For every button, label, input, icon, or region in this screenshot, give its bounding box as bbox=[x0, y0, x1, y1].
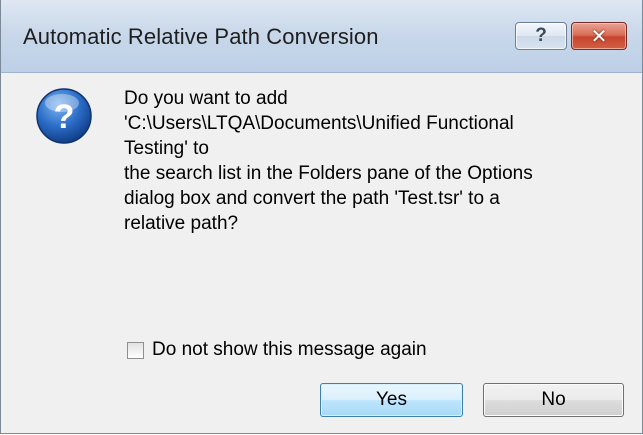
message-line: Do you want to add bbox=[124, 88, 288, 109]
do-not-show-label[interactable]: Do not show this message again bbox=[152, 339, 427, 361]
yes-button[interactable]: Yes bbox=[320, 383, 463, 417]
do-not-show-checkbox[interactable] bbox=[127, 341, 144, 359]
message-line: relative path? bbox=[124, 213, 239, 234]
dialog-title: Automatic Relative Path Conversion bbox=[23, 24, 379, 49]
help-icon: ? bbox=[535, 25, 547, 46]
do-not-show-checkbox-row[interactable]: Do not show this message again bbox=[127, 339, 427, 361]
dialog-body: ? Do you want to add 'C:\Users\LTQA\Docu… bbox=[1, 73, 642, 433]
message-line: Testing' to bbox=[124, 138, 209, 159]
question-mark-glyph: ? bbox=[54, 98, 75, 136]
help-button[interactable]: ? bbox=[515, 22, 567, 50]
title-bar[interactable]: Automatic Relative Path Conversion ? ✕ bbox=[1, 0, 642, 73]
no-button[interactable]: No bbox=[483, 383, 624, 417]
close-icon: ✕ bbox=[590, 25, 608, 48]
question-icon: ? bbox=[36, 88, 92, 144]
message-line: 'C:\Users\LTQA\Documents\Unified Functio… bbox=[124, 113, 514, 134]
close-button[interactable]: ✕ bbox=[571, 22, 627, 50]
message-line: the search list in the Folders pane of t… bbox=[124, 163, 533, 184]
dialog-window: Automatic Relative Path Conversion ? ✕ ?… bbox=[0, 0, 643, 434]
message-line: dialog box and convert the path 'Test.ts… bbox=[124, 188, 500, 209]
message-text: Do you want to add 'C:\Users\LTQA\Docume… bbox=[124, 86, 624, 236]
